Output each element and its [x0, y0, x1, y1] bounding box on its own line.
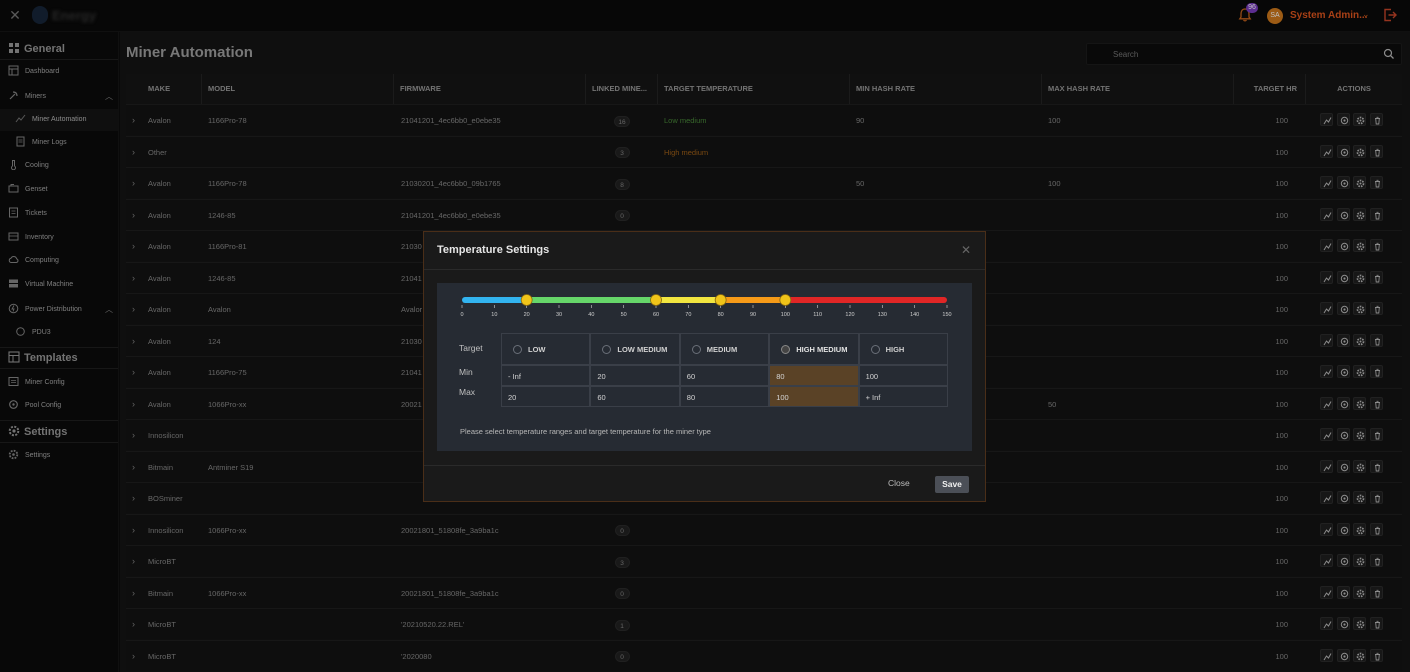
slider-segment	[526, 297, 656, 303]
target-level-label: LOW MEDIUM	[617, 345, 668, 354]
radio-icon[interactable]	[691, 345, 701, 354]
slider-tick-label: 40	[588, 312, 594, 318]
target-level-label: LOW	[528, 345, 546, 354]
slider-tick-label: 60	[653, 312, 659, 318]
slider-tick-label: 130	[878, 312, 887, 318]
min-row-label: Min	[459, 367, 473, 377]
slider-tick-label: 20	[524, 312, 530, 318]
slider-tick-label: 30	[556, 312, 562, 318]
radio-icon[interactable]	[513, 345, 522, 354]
slider-segment	[462, 297, 527, 303]
slider-handle[interactable]	[779, 294, 792, 306]
slider-tick-label: 70	[685, 312, 691, 318]
min-value-field[interactable]: 60	[679, 365, 770, 386]
radio-icon[interactable]	[602, 345, 612, 354]
slider-tick-label: 90	[750, 312, 756, 318]
target-level-option[interactable]: LOW	[501, 333, 591, 365]
close-button[interactable]: Close	[888, 478, 910, 488]
min-value-field[interactable]: 100	[858, 365, 948, 386]
close-icon[interactable]: ✕	[961, 243, 971, 257]
max-row-label: Max	[459, 387, 476, 397]
radio-selected-icon[interactable]	[781, 345, 791, 354]
slider-handle[interactable]	[650, 294, 662, 306]
slider-tick-label: 80	[718, 312, 724, 318]
target-level-option[interactable]: HIGH MEDIUM	[769, 333, 859, 365]
slider-segment	[785, 297, 947, 303]
slider-handle[interactable]	[520, 294, 533, 306]
slider-segment	[656, 297, 721, 303]
target-level-option[interactable]: MEDIUM	[679, 333, 770, 365]
radio-icon[interactable]	[870, 345, 880, 354]
max-value-field[interactable]: + Inf	[858, 386, 948, 407]
slider-tick-label: 100	[781, 312, 790, 318]
target-level-option[interactable]: LOW MEDIUM	[590, 333, 680, 365]
target-row-label: Target	[459, 343, 483, 353]
target-level-label: HIGH MEDIUM	[796, 345, 848, 354]
hint-text: Please select temperature ranges and tar…	[460, 427, 711, 436]
temperature-settings-modal: Temperature Settings ✕ 0 10 20 30 40 50 60 70 80…	[423, 231, 986, 502]
slider-handle[interactable]	[714, 294, 727, 306]
max-value-field[interactable]: 80	[679, 386, 770, 407]
modal-title: Temperature Settings	[437, 244, 550, 256]
max-value-field[interactable]: 20	[501, 386, 591, 407]
slider-tick-label: 0	[460, 312, 463, 318]
slider-tick-label: 10	[491, 312, 497, 318]
min-value-field[interactable]: 20	[590, 365, 680, 386]
min-value-field[interactable]: 80	[769, 365, 859, 386]
min-value-field[interactable]: - Inf	[501, 365, 591, 386]
target-level-label: MEDIUM	[706, 345, 738, 354]
max-value-field[interactable]: 100	[769, 386, 859, 407]
slider-tick-label: 150	[942, 312, 951, 318]
save-button[interactable]: Save	[935, 476, 969, 493]
modal-header: Temperature Settings ✕	[424, 232, 985, 270]
modal-footer: Close Save	[424, 465, 985, 501]
modal-body: 0 10 20 30 40 50 60 70 80 90 100 110 120 130 140 150 Ta…	[437, 283, 972, 451]
temperature-range-slider[interactable]: 0 10 20 30 40 50 60 70 80 90 100 110 120 130 140 150	[437, 283, 972, 327]
slider-tick-label: 120	[845, 312, 854, 318]
slider-tick-label: 140	[910, 312, 919, 318]
target-level-label: HIGH	[885, 345, 905, 354]
slider-tick-label: 110	[813, 312, 822, 318]
max-value-field[interactable]: 60	[590, 386, 680, 407]
slider-tick-label: 50	[621, 312, 627, 318]
slider-segment	[720, 297, 786, 303]
target-level-option[interactable]: HIGH	[858, 333, 948, 365]
